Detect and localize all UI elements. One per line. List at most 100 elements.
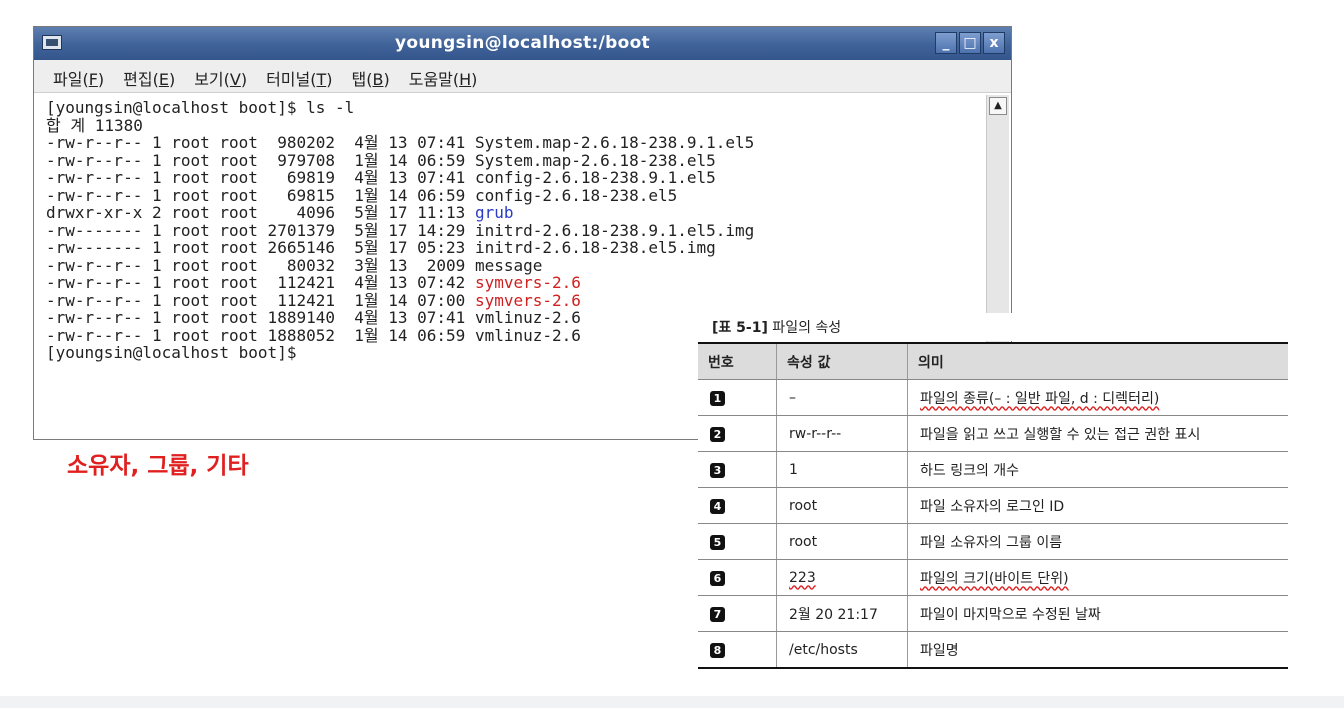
- table-title: [표 5-1] 파일의 속성: [708, 313, 1012, 341]
- terminal-line: -rw-r--r-- 1 root root 112421 1월 14 07:0…: [46, 290, 581, 310]
- page-footer-strip: [0, 696, 1344, 708]
- table-cell: 파일 소유자의 그룹 이름: [907, 523, 1288, 560]
- file-name: vmlinuz-2.6: [474, 308, 581, 327]
- table-cell: 파일의 크기(바이트 단위): [907, 559, 1288, 596]
- attribute-meaning: 파일이 마지막으로 수정된 날짜: [920, 606, 1101, 623]
- row-number-badge: 5: [710, 534, 725, 550]
- table-cell: –: [776, 379, 908, 416]
- menu-item-3[interactable]: 터미널(T): [266, 66, 332, 90]
- table-row: 1 – 파일의 종류(– : 일반 파일, d : 디렉터리): [698, 379, 1288, 416]
- menu-item-1[interactable]: 편집(E): [123, 66, 175, 90]
- file-name: initrd-2.6.18-238.el5.img: [474, 238, 716, 257]
- menu-item-4[interactable]: 탭(B): [352, 66, 390, 90]
- terminal-output[interactable]: [youngsin@localhost boot]$ ls -l 합 계 1138…: [46, 99, 754, 362]
- window-title: youngsin@localhost:/boot: [395, 33, 650, 53]
- terminal-line: [youngsin@localhost boot]$ ls -l: [46, 98, 355, 117]
- attribute-value: rw-r--r--: [789, 425, 842, 442]
- row-number-badge: 2: [710, 426, 725, 442]
- menu-accelerator-key: E: [158, 70, 169, 89]
- terminal-line: -rw-r--r-- 1 root root 1889140 4월 13 07:…: [46, 308, 581, 327]
- menu-bar: 파일(F) 편집(E) 보기(V) 터미널(T) 탭(B) 도움말(H): [34, 60, 1011, 93]
- close-button[interactable]: x: [983, 32, 1005, 54]
- row-number-badge: 8: [710, 642, 725, 658]
- table-row: 2 rw-r--r-- 파일을 읽고 쓰고 실행할 수 있는 접근 권한 표시: [698, 415, 1288, 452]
- table-row: 3 1 하드 링크의 개수: [698, 451, 1288, 488]
- menu-item-2[interactable]: 보기(V): [194, 66, 247, 90]
- table-cell: 2: [698, 415, 777, 452]
- table-cell: 6: [698, 559, 777, 596]
- terminal-line: -rw-r--r-- 1 root root 69815 1월 14 06:59…: [46, 185, 678, 205]
- attribute-value: /etc/hosts: [789, 641, 858, 658]
- table-cell: 3: [698, 451, 777, 488]
- terminal-line: -rw-r--r-- 1 root root 979708 1월 14 06:5…: [46, 150, 716, 170]
- terminal-line: -rw-r--r-- 1 root root 1888052 1월 14 06:…: [46, 325, 581, 345]
- file-name: System.map-2.6.18-238.el5: [474, 150, 716, 170]
- table-row: 7 2월 20 21:17 파일이 마지막으로 수정된 날짜: [698, 595, 1288, 632]
- scroll-up-arrow-icon[interactable]: ▲: [989, 97, 1007, 115]
- table-cell: 4: [698, 487, 777, 524]
- menu-item-0[interactable]: 파일(F): [53, 66, 104, 90]
- table-cell: 8: [698, 631, 777, 669]
- table-row: 5 root 파일 소유자의 그룹 이름: [698, 523, 1288, 560]
- table-cell: 파일이 마지막으로 수정된 날짜: [907, 595, 1288, 632]
- file-name: message: [474, 255, 543, 275]
- table-cell: 223: [776, 559, 908, 596]
- attribute-meaning: 파일의 종류(– : 일반 파일, d : 디렉터리): [920, 390, 1160, 407]
- row-number-badge: 6: [710, 570, 725, 586]
- menu-accelerator-key: T: [316, 70, 327, 89]
- header-number: 번호: [698, 342, 777, 380]
- attribute-meaning: 하드 링크의 개수: [920, 462, 1020, 479]
- row-number-badge: 1: [710, 390, 725, 406]
- attribute-value: root: [789, 497, 818, 514]
- attribute-meaning: 파일 소유자의 로그인 ID: [920, 498, 1065, 515]
- table-row: 8/etc/hosts 파일명: [698, 631, 1288, 669]
- menu-item-5[interactable]: 도움말(H): [409, 66, 478, 90]
- maximize-button[interactable]: □: [959, 32, 981, 54]
- owner-group-other-caption: 소유자, 그룹, 기타: [67, 453, 249, 479]
- table-title-text: 파일의 속성: [767, 320, 842, 336]
- table-cell: 파일의 종류(– : 일반 파일, d : 디렉터리): [907, 379, 1288, 416]
- terminal-line: -rw-r--r-- 1 root root 69819 4월 13 07:41…: [46, 168, 716, 187]
- attribute-meaning: 파일의 크기(바이트 단위): [920, 570, 1069, 587]
- table-cell: root: [776, 523, 908, 560]
- terminal-line: -rw-r--r-- 1 root root 980202 4월 13 07:4…: [46, 133, 755, 152]
- table-cell: 7: [698, 595, 777, 632]
- table-row: 4 root 파일 소유자의 로그인 ID: [698, 487, 1288, 524]
- terminal-line: -rw------- 1 root root 2665146 5월 17 05:…: [46, 238, 716, 257]
- table-header-row: 번호 속성 값 의미: [698, 342, 1288, 380]
- terminal-line: -rw------- 1 root root 2701379 5월 17 14:…: [46, 220, 755, 240]
- attribute-value: root: [789, 533, 818, 550]
- table-cell: 하드 링크의 개수: [907, 451, 1288, 488]
- table-row: 6 223 파일의 크기(바이트 단위): [698, 559, 1288, 596]
- table-cell: 파일 소유자의 로그인 ID: [907, 487, 1288, 524]
- file-name: initrd-2.6.18-238.9.1.el5.img: [474, 220, 755, 240]
- terminal-line: -rw-r--r-- 1 root root 112421 4월 13 07:4…: [46, 273, 581, 292]
- table-cell: /etc/hosts: [776, 631, 908, 669]
- row-number-badge: 7: [710, 606, 725, 622]
- title-bar[interactable]: youngsin@localhost:/boot _ □ x: [34, 27, 1011, 60]
- table-cell: 파일명: [907, 631, 1288, 669]
- attribute-value: 223: [789, 569, 816, 586]
- file-name: symvers-2.6: [474, 290, 581, 310]
- file-name: config-2.6.18-238.el5: [474, 185, 678, 205]
- attribute-meaning: 파일 소유자의 그룹 이름: [920, 534, 1063, 551]
- terminal-line: -rw-r--r-- 1 root root 80032 3월 13 2009 …: [46, 255, 543, 275]
- table-number: [표 5-1]: [712, 320, 768, 336]
- file-attribute-table: 번호 속성 값 의미 1 – 파일의 종류(– : 일반 파일, d : 디렉터리)…: [698, 342, 1288, 669]
- table-cell: 파일을 읽고 쓰고 실행할 수 있는 접근 권한 표시: [907, 415, 1288, 452]
- table-cell: 5: [698, 523, 777, 560]
- table-cell: 1: [698, 379, 777, 416]
- attribute-meaning: 파일을 읽고 쓰고 실행할 수 있는 접근 권한 표시: [920, 426, 1201, 443]
- table-cell: 2월 20 21:17: [776, 595, 908, 632]
- file-name: System.map-2.6.18-238.9.1.el5: [474, 133, 755, 152]
- file-name: symvers-2.6: [474, 273, 581, 292]
- row-number-badge: 3: [710, 462, 725, 478]
- attribute-value: –: [789, 389, 796, 406]
- attribute-value: 1: [789, 461, 798, 478]
- attribute-meaning: 파일명: [920, 642, 959, 659]
- minimize-button[interactable]: _: [935, 32, 957, 54]
- header-meaning: 의미: [907, 342, 1288, 380]
- terminal-line: 합 계 11380: [46, 115, 143, 135]
- table-cell: rw-r--r--: [776, 415, 908, 452]
- terminal-line: drwxr-xr-x 2 root root 4096 5월 17 11:13 …: [46, 203, 514, 222]
